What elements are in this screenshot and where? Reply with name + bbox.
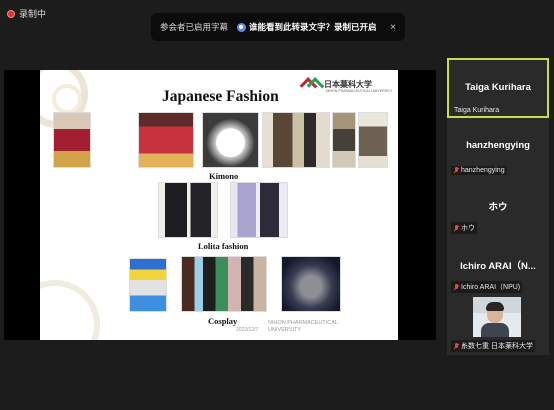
presentation-slide: Japanese Fashion 日本薬科大学 NIHON PHARMACEUT… [40, 70, 398, 340]
participant-label: Taiga Kurihara [452, 106, 501, 115]
kimono-photo [358, 112, 388, 168]
slide-title: Japanese Fashion [162, 88, 279, 105]
kimono-photo [202, 112, 259, 168]
participant-name: Taiga Kurihara [465, 82, 531, 93]
kimono-photo [53, 112, 91, 168]
mic-muted-icon [453, 342, 459, 350]
participant-label-text: Taiga Kurihara [454, 107, 500, 114]
person-icon [237, 22, 247, 32]
participant-label-text: 糸数七重 日本薬科大学 [461, 343, 533, 350]
cosplay-caption: Cosplay [208, 316, 238, 326]
cosplay-photo [181, 256, 267, 312]
participant-label: ホウ [451, 222, 477, 234]
participant-label: hanzhengying [451, 166, 507, 175]
caption-notice-bar: 参会者已启用字幕 谁能看到此转录文字？录制已开启 × [151, 13, 405, 41]
university-logo: 日本薬科大学 NIHON PHARMACEUTICAL UNIVERSITY [302, 78, 392, 94]
mic-muted-icon [453, 224, 459, 232]
shared-screen: Japanese Fashion 日本薬科大学 NIHON PHARMACEUT… [4, 70, 436, 340]
slide-footer: NIHON PHARMACEUTICAL UNIVERSITY [268, 320, 338, 333]
kimono-photo [138, 112, 194, 168]
kimono-photo [262, 112, 330, 168]
logo-subtext: NIHON PHARMACEUTICAL UNIVERSITY [326, 89, 393, 93]
cosplay-photo [281, 256, 341, 312]
transcript-visibility-text: 谁能看到此转录文字？录制已开启 [249, 22, 377, 32]
lolita-caption: Lolita fashion [198, 241, 249, 251]
participant-video [473, 297, 521, 337]
participant-label-text: Ichiro ARAI（NPU) [461, 284, 521, 291]
participant-tile[interactable]: Taiga Kurihara Taiga Kurihara [447, 58, 549, 118]
slide-decoration [52, 84, 82, 114]
slide-decoration [40, 280, 100, 340]
participant-label-text: hanzhengying [461, 167, 505, 174]
mic-muted-icon [453, 167, 459, 174]
lolita-photo [230, 182, 288, 238]
lolita-photo [158, 182, 218, 238]
recording-label: 录制中 [19, 9, 47, 19]
participant-name: hanzhengying [466, 140, 530, 151]
participant-label: 糸数七重 日本薬科大学 [451, 340, 535, 352]
logo-mark-icon [302, 78, 322, 90]
close-icon[interactable]: × [390, 22, 396, 33]
mic-muted-icon [453, 283, 459, 291]
participant-label: Ichiro ARAI（NPU) [451, 281, 523, 293]
kimono-caption: Kimono [209, 171, 239, 181]
transcript-visibility-link[interactable]: 谁能看到此转录文字？录制已开启 [237, 21, 377, 33]
kimono-photo [332, 112, 356, 168]
participant-tile[interactable]: Ichiro ARAI（N... Ichiro ARAI（NPU) [447, 236, 549, 296]
cosplay-photo [129, 258, 167, 312]
participant-name: ホウ [488, 202, 508, 213]
recording-indicator[interactable]: 录制中 [7, 7, 46, 20]
participant-label-text: ホウ [461, 225, 475, 232]
logo-text: 日本薬科大学 [324, 79, 372, 89]
record-dot-icon [7, 9, 15, 18]
slide-date: 2022/12/7 [236, 327, 259, 333]
caption-status-text: 参会者已启用字幕 [160, 22, 229, 32]
participant-tile[interactable]: 糸数七重 日本薬科大学 [447, 295, 549, 355]
participant-name: Ichiro ARAI（N... [460, 261, 536, 272]
participant-tile[interactable]: hanzhengying hanzhengying [447, 118, 549, 178]
participant-tile[interactable]: ホウ ホウ [447, 177, 549, 237]
